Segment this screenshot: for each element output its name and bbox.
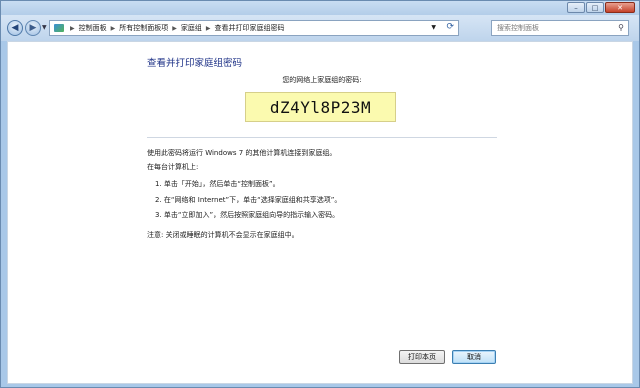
arrow-right-icon: ▶: [29, 23, 37, 33]
window-controls: – □ ✕: [567, 2, 635, 13]
address-bar[interactable]: ▶ 控制面板 ▶ 所有控制面板项 ▶ 家庭组 ▶ 查看并打印家庭组密码 ▼ ⟳: [49, 20, 459, 36]
chevron-right-icon[interactable]: ▶: [111, 25, 116, 32]
search-placeholder: 搜索控制面板: [497, 24, 539, 32]
minimize-button[interactable]: –: [567, 2, 585, 13]
title-bar: – □ ✕: [1, 1, 639, 15]
navigation-bar: ◀ ▶ ▼ ▶ 控制面板 ▶ 所有控制面板项 ▶ 家庭组 ▶ 查看并打印家庭组密…: [1, 15, 639, 41]
breadcrumb-item[interactable]: 家庭组: [181, 23, 202, 33]
page-title: 查看并打印家庭组密码: [147, 58, 243, 69]
chevron-right-icon[interactable]: ▶: [206, 25, 211, 32]
search-input[interactable]: 搜索控制面板 ⚲: [491, 20, 629, 36]
breadcrumb-item[interactable]: 控制面板: [79, 23, 107, 33]
password-label: 您的网络上家庭组的密码:: [282, 76, 362, 84]
note-text: 注意: 关闭或睡眠的计算机不会显示在家庭组中。: [147, 231, 299, 239]
cancel-button[interactable]: 取消: [452, 350, 496, 364]
maximize-button[interactable]: □: [586, 2, 604, 13]
back-button[interactable]: ◀: [7, 20, 23, 36]
close-button[interactable]: ✕: [605, 2, 635, 13]
instruction-step: 2. 在“网络和 Internet”下，单击“选择家庭组和共享选项”。: [155, 196, 342, 204]
search-icon[interactable]: ⚲: [618, 23, 624, 32]
refresh-icon[interactable]: ⟳: [446, 22, 454, 32]
chevron-right-icon[interactable]: ▶: [70, 25, 75, 32]
instruction-step: 1. 单击「开始」，然后单击“控制面板”。: [155, 180, 280, 188]
instruction-step: 3. 单击“立即加入”，然后按照家庭组向导的指示输入密码。: [155, 211, 340, 219]
address-dropdown-icon[interactable]: ▼: [431, 24, 436, 31]
breadcrumb-item[interactable]: 所有控制面板项: [119, 23, 168, 33]
chevron-right-icon[interactable]: ▶: [172, 25, 177, 32]
recent-pages-dropdown-icon[interactable]: ▼: [42, 24, 47, 31]
intro-text: 使用此密码将运行 Windows 7 的其他计算机连接到家庭组。: [147, 149, 337, 157]
divider: [147, 137, 497, 138]
breadcrumb-item[interactable]: 查看并打印家庭组密码: [215, 23, 285, 33]
control-panel-icon: [54, 23, 66, 33]
arrow-left-icon: ◀: [11, 23, 19, 33]
homegroup-password: dZ4Yl8P23M: [245, 92, 396, 122]
content-area: 查看并打印家庭组密码 您的网络上家庭组的密码: dZ4Yl8P23M 使用此密码…: [7, 41, 633, 384]
print-page-button[interactable]: 打印本页: [399, 350, 445, 364]
control-panel-window: – □ ✕ ◀ ▶ ▼ ▶ 控制面板 ▶ 所有控制面板项 ▶ 家庭组 ▶ 查看并…: [0, 0, 640, 388]
on-each-computer-text: 在每台计算机上:: [147, 163, 199, 171]
forward-button[interactable]: ▶: [25, 20, 41, 36]
